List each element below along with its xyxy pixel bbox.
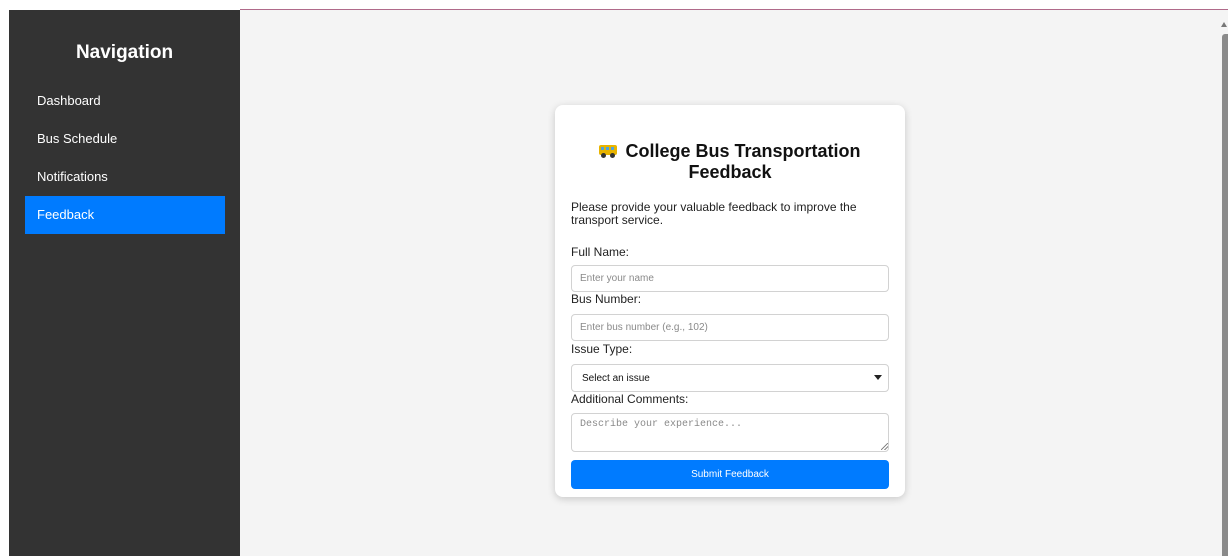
full-name-label: Full Name: [571, 245, 630, 259]
bus-icon [599, 145, 618, 158]
submit-feedback-button[interactable]: Submit Feedback [571, 460, 889, 489]
feedback-form-card: College Bus Transportation Feedback Plea… [555, 105, 905, 497]
issue-type-selected-value: Select an issue [582, 373, 650, 384]
issue-type-select[interactable]: Select an issue [571, 364, 889, 392]
scrollbar-thumb[interactable] [1222, 34, 1228, 556]
comments-textarea[interactable] [571, 413, 889, 452]
full-name-input[interactable] [571, 265, 889, 292]
bus-number-label: Bus Number: [571, 292, 642, 306]
sidebar: Navigation Dashboard Bus Schedule Notifi… [9, 10, 240, 556]
chevron-down-icon [874, 375, 882, 380]
resize-handle-icon[interactable] [881, 443, 888, 450]
comments-label: Additional Comments: [571, 392, 689, 406]
form-title-text: College Bus Transportation Feedback [625, 141, 861, 182]
bus-number-input[interactable] [571, 314, 889, 341]
nav-list: Dashboard Bus Schedule Notifications Fee… [25, 82, 225, 234]
main-content: College Bus Transportation Feedback Plea… [240, 10, 1228, 556]
form-description: Please provide your valuable feedback to… [571, 200, 857, 227]
sidebar-item-dashboard[interactable]: Dashboard [25, 82, 225, 120]
page-title: College Bus Transportation Feedback [575, 141, 885, 183]
sidebar-item-feedback[interactable]: Feedback [25, 196, 225, 234]
issue-type-label: Issue Type: [571, 342, 633, 356]
sidebar-item-notifications[interactable]: Notifications [25, 158, 225, 196]
sidebar-title: Navigation [75, 42, 174, 63]
sidebar-item-bus-schedule[interactable]: Bus Schedule [25, 120, 225, 158]
scroll-up-arrow-icon[interactable] [1221, 22, 1227, 27]
